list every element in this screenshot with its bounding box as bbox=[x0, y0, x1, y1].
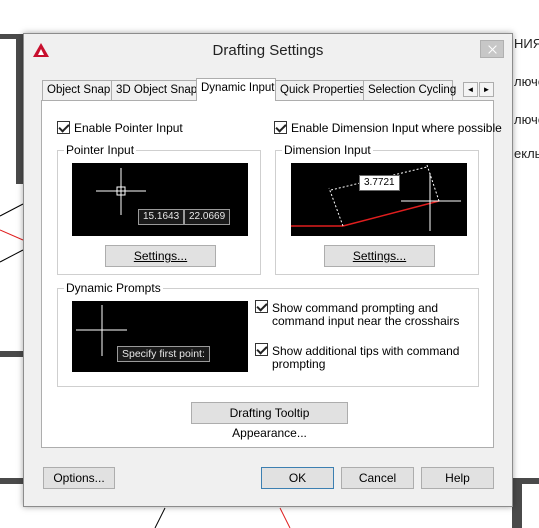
show-command-prompting-label-line2: command input near the crosshairs bbox=[272, 314, 460, 328]
show-additional-tips-label-line2: prompting bbox=[272, 357, 326, 371]
dialog-title: Drafting Settings bbox=[212, 42, 324, 59]
pointer-settings-button[interactable]: Settings... bbox=[105, 245, 216, 267]
dynamic-prompts-group-label: Dynamic Prompts bbox=[64, 281, 163, 295]
background-text: екль bbox=[514, 146, 539, 161]
tab-dynamic-input[interactable]: Dynamic Input bbox=[196, 78, 276, 101]
dimension-settings-button[interactable]: Settings... bbox=[324, 245, 435, 267]
tab-3d-object-snap[interactable]: 3D Object Snap bbox=[111, 80, 197, 100]
pointer-x-tooltip: 15.1643 bbox=[138, 209, 185, 225]
dynamic-prompts-group: Dynamic Prompts Specify first point: Sho… bbox=[57, 281, 479, 387]
tab-selection-cycling[interactable]: Selection Cycling bbox=[363, 80, 456, 100]
pointer-y-tooltip: 22.0669 bbox=[184, 209, 231, 225]
checkbox-box[interactable] bbox=[255, 300, 268, 313]
show-command-prompting-label: Show command prompting and command input… bbox=[272, 302, 459, 328]
dimension-preview-graphic bbox=[291, 164, 461, 231]
dynamic-input-panel: Enable Pointer Input Enable Dimension In… bbox=[41, 100, 502, 448]
enable-pointer-input-label: Enable Pointer Input bbox=[74, 121, 183, 135]
tab-scroll-right-button[interactable]: ► bbox=[479, 82, 494, 97]
title-bar[interactable]: Drafting Settings bbox=[24, 34, 512, 66]
enable-pointer-input-checkbox[interactable]: Enable Pointer Input bbox=[57, 121, 183, 135]
background-text: лючо bbox=[514, 74, 539, 89]
checkbox-box[interactable] bbox=[255, 343, 268, 356]
checkbox-box[interactable] bbox=[57, 121, 70, 134]
drafting-tooltip-appearance-button[interactable]: Drafting Tooltip Appearance... bbox=[191, 402, 348, 440]
dimension-input-preview: 3.7721 bbox=[291, 163, 467, 236]
pointer-input-group-label: Pointer Input bbox=[64, 143, 137, 157]
enable-dimension-input-label: Enable Dimension Input where possible bbox=[291, 121, 502, 135]
cancel-button[interactable]: Cancel bbox=[341, 467, 414, 489]
command-prompt-tooltip: Specify first point: bbox=[117, 346, 210, 362]
enable-dimension-input-checkbox[interactable]: Enable Dimension Input where possible bbox=[274, 121, 502, 135]
tab-scroll-left-button[interactable]: ◄ bbox=[463, 82, 478, 97]
dynamic-prompts-preview: Specify first point: bbox=[72, 301, 248, 372]
tab-quick-properties[interactable]: Quick Properties bbox=[275, 80, 365, 100]
pointer-input-preview: 15.1643 22.0669 bbox=[72, 163, 248, 236]
background-text: НИЯ bbox=[514, 36, 539, 51]
dimension-settings-label: Settings... bbox=[352, 249, 407, 263]
dimension-input-group-label: Dimension Input bbox=[282, 143, 373, 157]
close-button[interactable] bbox=[480, 40, 504, 58]
pointer-settings-label: Settings... bbox=[133, 249, 188, 263]
dimension-input-group: Dimension Input 3.7721 Settings... bbox=[275, 143, 479, 275]
checkbox-box[interactable] bbox=[274, 121, 287, 134]
dimension-length-input: 3.7721 bbox=[359, 175, 400, 191]
show-command-prompting-checkbox[interactable] bbox=[255, 300, 272, 314]
crosshair-icon bbox=[96, 168, 146, 215]
ok-button[interactable]: OK bbox=[261, 467, 334, 489]
show-additional-tips-checkbox[interactable] bbox=[255, 343, 272, 357]
help-button[interactable]: Help bbox=[421, 467, 494, 489]
pointer-input-group: Pointer Input 15.1643 22.0669 Settings..… bbox=[57, 143, 261, 275]
tab-object-snap[interactable]: Object Snap bbox=[42, 80, 112, 100]
show-additional-tips-label: Show additional tips with command prompt… bbox=[272, 345, 459, 371]
background-text: лючо bbox=[514, 112, 539, 127]
options-button[interactable]: Options... bbox=[43, 467, 115, 489]
drafting-settings-dialog: Drafting Settings Object Snap 3D Object … bbox=[23, 33, 513, 507]
